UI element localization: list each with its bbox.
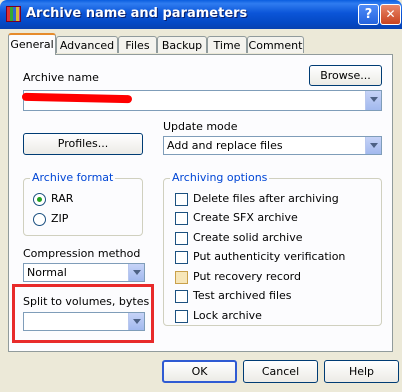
create-solid-checkbox[interactable] (175, 232, 188, 245)
rar-radio[interactable] (33, 193, 46, 206)
tab-comment[interactable]: Comment (247, 36, 304, 53)
archiving-options-title: Archiving options (170, 171, 270, 184)
archive-name-label: Archive name (23, 71, 99, 84)
help-button[interactable]: Help (324, 360, 399, 383)
cancel-button[interactable]: Cancel (243, 360, 318, 383)
compression-method-select[interactable]: Normal (23, 263, 145, 282)
recovery-record-checkbox[interactable] (175, 271, 188, 284)
title-bar[interactable]: Archive name and parameters ? ✕ (0, 0, 402, 29)
tab-files[interactable]: Files (118, 36, 157, 53)
update-mode-dropdown-arrow[interactable] (365, 137, 381, 154)
compression-method-dropdown-arrow[interactable] (128, 264, 144, 281)
zip-radio-label[interactable]: ZIP (51, 212, 68, 225)
title-close-button[interactable]: ✕ (380, 4, 401, 25)
update-mode-label: Update mode (163, 120, 238, 133)
lock-archive-checkbox[interactable] (175, 310, 188, 323)
lock-archive-label[interactable]: Lock archive (193, 309, 262, 322)
recovery-record-label[interactable]: Put recovery record (193, 270, 301, 283)
archive-format-group: Archive format RAR ZIP (23, 171, 143, 236)
tab-backup[interactable]: Backup (157, 36, 207, 53)
tab-time[interactable]: Time (207, 36, 247, 53)
test-archived-label[interactable]: Test archived files (193, 289, 292, 302)
highlight-box (12, 284, 154, 343)
ok-button[interactable]: OK (162, 360, 237, 383)
compression-method-value: Normal (27, 266, 67, 279)
delete-files-label[interactable]: Delete files after archiving (193, 192, 339, 205)
title-help-button[interactable]: ? (358, 4, 379, 25)
archive-name-dropdown-arrow[interactable] (365, 91, 381, 110)
update-mode-value: Add and replace files (167, 139, 283, 152)
test-archived-checkbox[interactable] (175, 290, 188, 303)
create-solid-label[interactable]: Create solid archive (193, 231, 302, 244)
create-sfx-label[interactable]: Create SFX archive (193, 211, 298, 224)
tab-general[interactable]: General (8, 33, 56, 55)
compression-method-label: Compression method (23, 247, 141, 260)
archive-format-title: Archive format (30, 171, 116, 184)
authenticity-verification-label[interactable]: Put authenticity verification (193, 250, 345, 263)
zip-radio[interactable] (33, 213, 46, 226)
browse-button[interactable]: Browse... (309, 65, 382, 86)
winrar-app-icon (6, 6, 21, 22)
authenticity-verification-checkbox[interactable] (175, 251, 188, 264)
create-sfx-checkbox[interactable] (175, 212, 188, 225)
delete-files-checkbox[interactable] (175, 193, 188, 206)
profiles-button[interactable]: Profiles... (23, 133, 143, 155)
window-title: Archive name and parameters (26, 6, 248, 21)
update-mode-select[interactable]: Add and replace files (163, 136, 382, 155)
tab-advanced[interactable]: Advanced (56, 36, 118, 53)
rar-radio-label[interactable]: RAR (51, 192, 73, 205)
archiving-options-group: Archiving options Delete files after arc… (163, 171, 382, 326)
